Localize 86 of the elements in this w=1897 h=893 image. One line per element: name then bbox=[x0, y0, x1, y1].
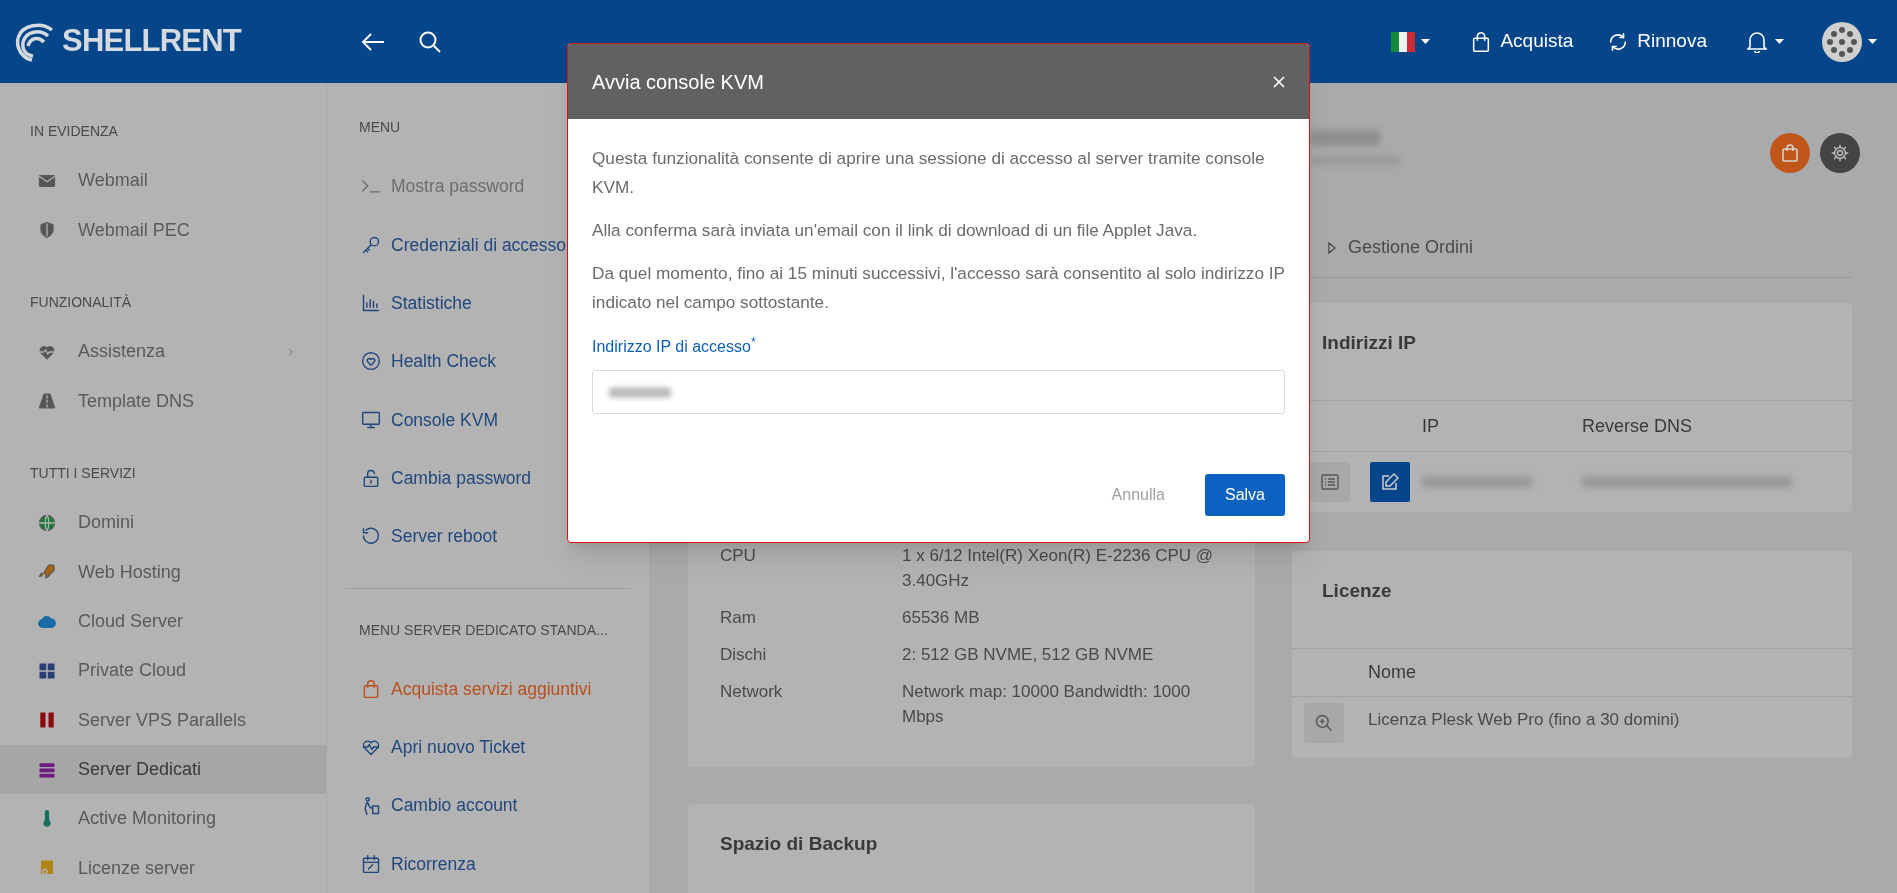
list-icon bbox=[1321, 474, 1339, 490]
bar-chart-icon bbox=[361, 293, 381, 314]
user-avatar-icon[interactable] bbox=[1822, 21, 1877, 62]
card-title: Licenze bbox=[1321, 579, 1393, 603]
spec-value: Network map: 10000 Bandwidth: 1000 Mbps bbox=[902, 681, 1192, 728]
spec-value: 65536 MB bbox=[902, 607, 981, 629]
settings-button[interactable] bbox=[1820, 133, 1860, 173]
pause-bars-icon bbox=[38, 711, 56, 730]
gear-icon bbox=[1830, 143, 1850, 163]
column-header: Nome bbox=[1368, 661, 1417, 684]
menu-item[interactable]: Apri nuovo Ticket bbox=[345, 718, 631, 777]
sidebar-item[interactable]: Template DNS bbox=[0, 376, 326, 426]
edit-button[interactable] bbox=[1370, 462, 1410, 502]
rocket-icon bbox=[38, 563, 56, 582]
table-cell-text: Licenza Plesk Web Pro (fino a 30 domini) bbox=[1368, 709, 1681, 731]
zoom-in-icon bbox=[1314, 713, 1334, 733]
sidebar-item[interactable]: Server VPS Parallels bbox=[0, 695, 326, 745]
section-heading: IN EVIDENZA bbox=[30, 122, 118, 142]
sidebar-item[interactable]: Web Hosting bbox=[0, 547, 326, 597]
tab[interactable]: Gestione Ordini bbox=[1328, 234, 1474, 261]
notification-bell-icon[interactable] bbox=[1747, 30, 1784, 53]
road-icon bbox=[38, 392, 56, 411]
spec-value: 1 x 6/12 Intel(R) Xeon(R) E-2236 CPU @ 3.40GHz bbox=[902, 545, 1215, 592]
sidebar-item[interactable]: Private Cloud bbox=[0, 646, 326, 696]
modal-paragraph: Da quel momento, fino ai 15 minuti successivi, l'accesso sarà consentito al solo indirizzo IP indicato nel campo sottostante. bbox=[592, 262, 1285, 314]
modal-title: Avvia console KVM bbox=[592, 69, 764, 95]
spec-label: Network bbox=[720, 681, 784, 703]
padlock-icon bbox=[361, 468, 381, 488]
blurred-title bbox=[1310, 130, 1380, 146]
section-heading: TUTTI I SERVIZI bbox=[30, 464, 136, 484]
blurred-value bbox=[609, 386, 671, 398]
spec-label: Ram bbox=[720, 607, 757, 629]
heart-pulse-icon bbox=[361, 737, 381, 758]
zoom-in-button[interactable] bbox=[1304, 703, 1344, 743]
sidebar-item[interactable]: Webmail PEC bbox=[0, 205, 326, 255]
column-header: Reverse DNS bbox=[1582, 414, 1694, 438]
shield-icon bbox=[38, 221, 56, 240]
modal-paragraph: Questa funzionalità consente di aprire una sessione di accesso al server tramite console KVM. bbox=[592, 147, 1266, 199]
buy-link[interactable]: Acquista bbox=[1470, 27, 1574, 56]
language-flag-icon[interactable] bbox=[1391, 31, 1431, 52]
renew-link[interactable]: Rinnova bbox=[1607, 27, 1707, 56]
logo-text: SHELLRENT bbox=[62, 22, 242, 61]
sidebar-item[interactable]: Licenze server bbox=[0, 843, 326, 893]
card-title: Indirizzi IP bbox=[1321, 331, 1417, 355]
globe-icon bbox=[38, 513, 56, 532]
shopping-bag-icon bbox=[361, 678, 381, 699]
rotate-arrow-icon bbox=[361, 526, 381, 547]
section-heading: MENU SERVER DEDICATO STANDA... bbox=[359, 620, 608, 640]
section-heading: FUNZIONALITÀ bbox=[30, 293, 132, 313]
spec-label: CPU bbox=[720, 545, 757, 567]
field-label: Indirizzo IP di accesso$^{*}$ bbox=[592, 334, 757, 357]
monitor-icon bbox=[361, 409, 381, 430]
close-icon[interactable] bbox=[1273, 75, 1285, 88]
heart-circle-icon bbox=[361, 351, 381, 372]
sidebar-item[interactable]: Domini bbox=[0, 498, 326, 548]
calendar-icon bbox=[361, 853, 381, 874]
person-luggage-icon bbox=[361, 795, 381, 816]
sidebar-item[interactable]: Active Monitoring bbox=[0, 794, 326, 844]
sidebar-item[interactable]: Server Dedicati bbox=[0, 744, 326, 795]
envelope-icon bbox=[38, 172, 56, 190]
caret-right-icon bbox=[1328, 241, 1336, 254]
section-heading: MENU bbox=[359, 118, 401, 138]
sidebar-item[interactable]: Cloud Server bbox=[0, 596, 326, 647]
spec-value: 2: 512 GB NVME, 512 GB NVME bbox=[902, 644, 1155, 666]
spec-label: Dischi bbox=[720, 644, 768, 666]
save-button[interactable]: Salva bbox=[1204, 474, 1285, 516]
ip-input-field[interactable] bbox=[592, 370, 1285, 414]
cancel-button[interactable]: Annulla bbox=[1111, 483, 1165, 507]
sidebar-item[interactable]: Webmail bbox=[0, 156, 326, 206]
menu-item[interactable]: Console KVM bbox=[345, 390, 631, 449]
key-icon bbox=[361, 234, 381, 255]
menu-item[interactable]: Cambia password bbox=[345, 448, 631, 508]
edit-icon bbox=[1381, 473, 1399, 491]
shopping-bag-icon bbox=[1781, 144, 1799, 162]
sidebar-item[interactable]: Assistenza bbox=[0, 327, 326, 377]
server-stack-icon bbox=[38, 760, 56, 779]
back-arrow-icon[interactable] bbox=[360, 30, 386, 53]
card-title: Spazio di Backup bbox=[720, 832, 879, 856]
search-icon[interactable] bbox=[418, 29, 442, 54]
menu-item[interactable]: Cambio account bbox=[345, 776, 631, 835]
menu-item[interactable]: Server reboot bbox=[345, 507, 631, 566]
column-header: IP bbox=[1422, 414, 1440, 438]
menu-item[interactable]: Ricorrenza bbox=[345, 834, 631, 893]
menu-item[interactable]: Acquista servizi aggiuntivi bbox=[345, 659, 631, 719]
grid-icon bbox=[38, 661, 56, 680]
modal-paragraph: Alla conferma sarà inviata un'email con il link di download di un file Applet Java. bbox=[592, 219, 1199, 242]
